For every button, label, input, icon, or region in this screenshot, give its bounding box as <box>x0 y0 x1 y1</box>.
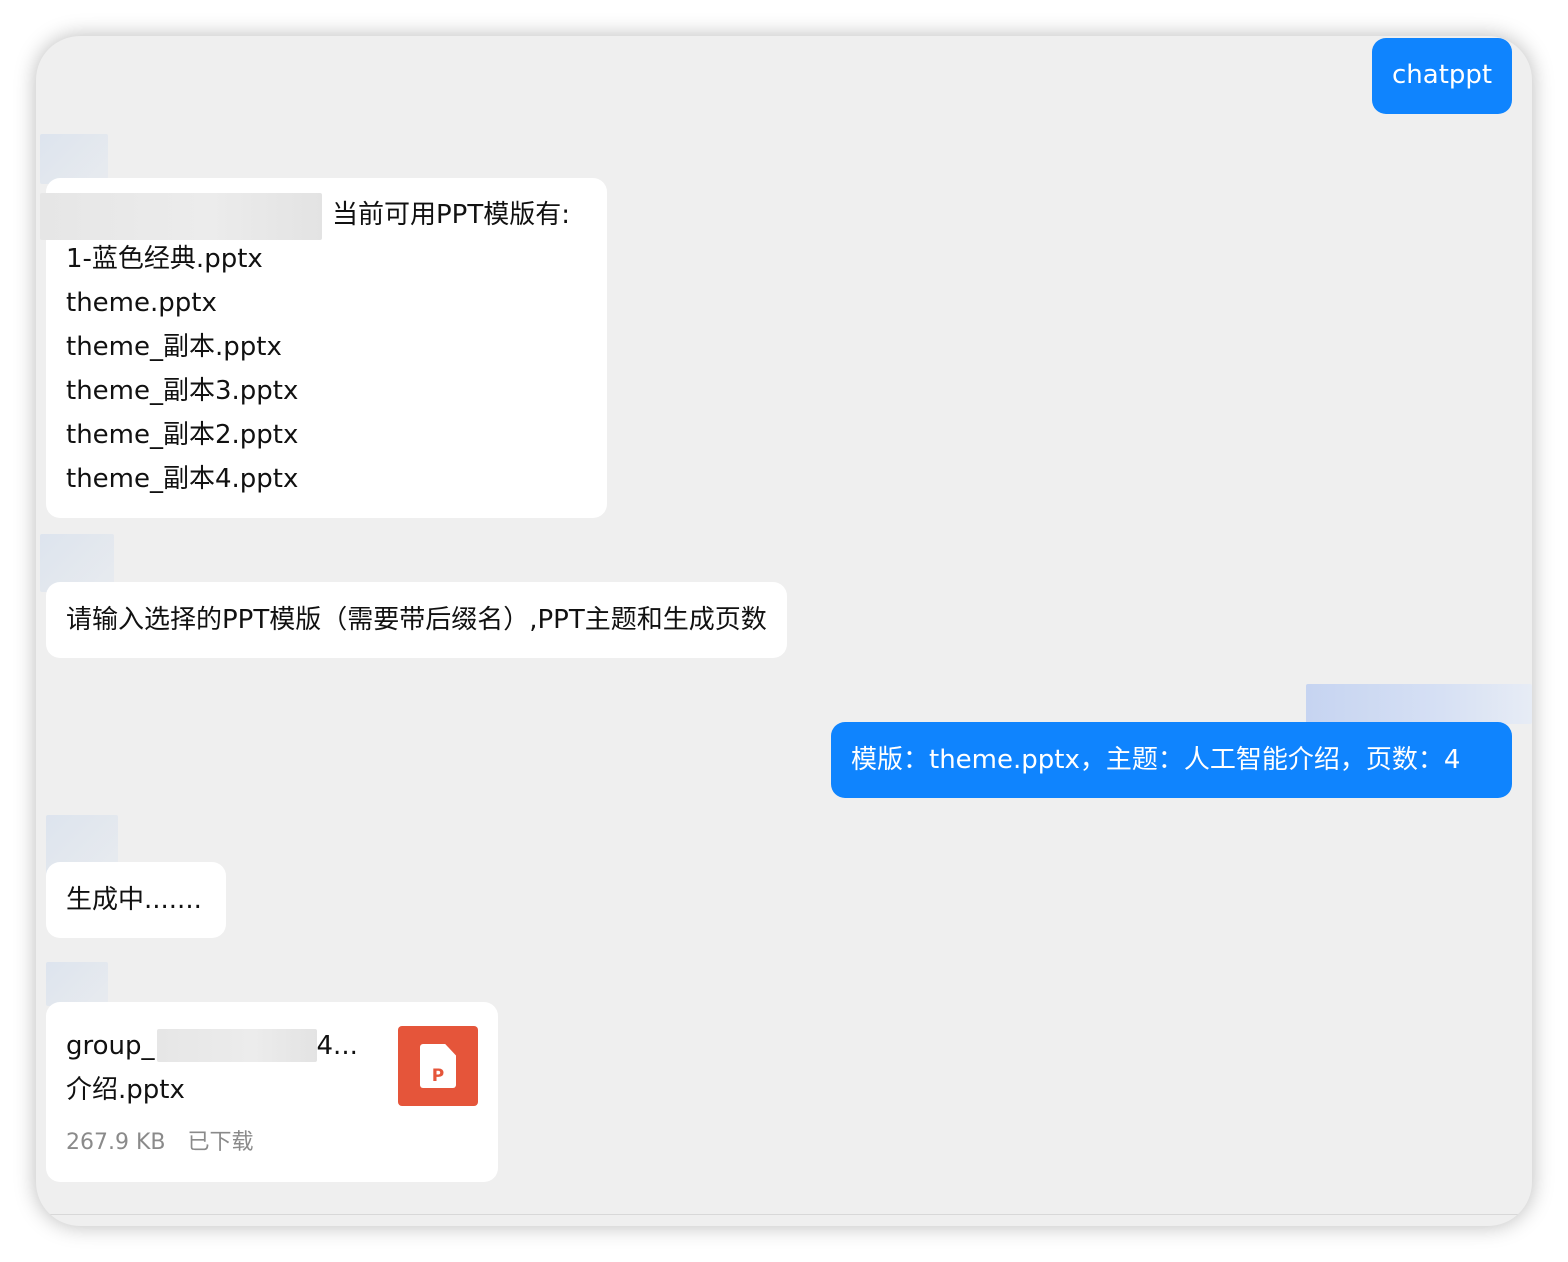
message-text: chatppt <box>1392 60 1493 90</box>
incoming-message-bubble[interactable]: 请输入选择的PPT模版（需要带后缀名）,PPT主题和生成页数 <box>46 582 787 658</box>
template-item: theme_副本4.pptx <box>66 464 299 494</box>
template-item: theme_副本2.pptx <box>66 420 299 450</box>
chat-window: chatppt 当前可用PPT模版有: 1-蓝色经典.pptx theme.pp… <box>36 36 1532 1226</box>
template-item: 1-蓝色经典.pptx <box>66 244 263 274</box>
file-size: 267.9 KB <box>66 1130 166 1155</box>
message-text: 生成中....... <box>66 885 202 915</box>
divider <box>36 1214 1532 1215</box>
sender-avatar-redacted <box>40 134 108 184</box>
sender-name-redacted <box>1306 684 1532 724</box>
outgoing-message-bubble[interactable]: chatppt <box>1372 38 1513 114</box>
message-text: 模版：theme.pptx，主题：人工智能介绍，页数：4 <box>851 745 1461 775</box>
header-text: 当前可用PPT模版有: <box>332 200 570 230</box>
file-meta: 267.9 KB 已下载 <box>66 1128 254 1158</box>
sender-avatar-redacted <box>46 962 108 1006</box>
template-item: theme.pptx <box>66 288 217 318</box>
file-name-redacted <box>157 1029 317 1062</box>
incoming-message-bubble[interactable]: 生成中....... <box>46 862 226 938</box>
ppt-file-icon[interactable]: P <box>398 1026 478 1106</box>
message-text: 请输入选择的PPT模版（需要带后缀名）,PPT主题和生成页数 <box>66 605 767 635</box>
outgoing-message-bubble[interactable]: 模版：theme.pptx，主题：人工智能介绍，页数：4 <box>831 722 1512 798</box>
download-status: 已下载 <box>187 1130 254 1155</box>
template-item: theme_副本.pptx <box>66 332 282 362</box>
file-name-prefix: group_ <box>66 1031 155 1061</box>
ppt-letter: P <box>431 1066 445 1086</box>
template-item: theme_副本3.pptx <box>66 376 299 406</box>
mention-redacted <box>40 193 322 240</box>
file-name-suffix: 4... <box>316 1031 358 1061</box>
